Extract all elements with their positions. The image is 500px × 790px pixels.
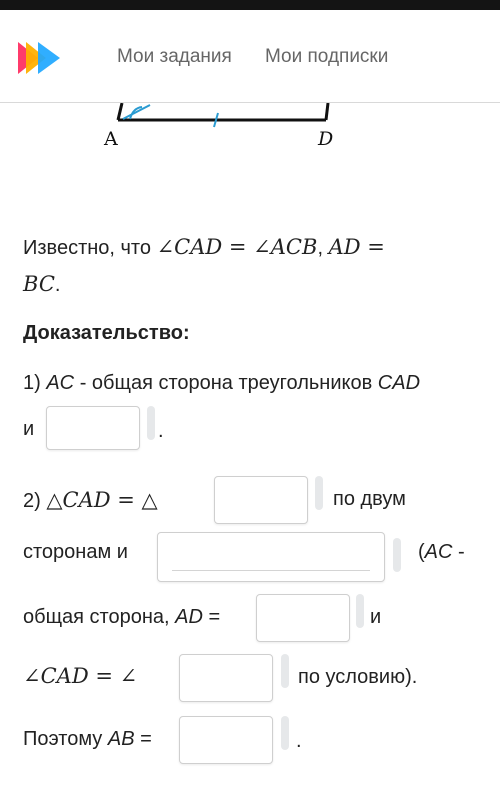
- answer-input-5[interactable]: [179, 654, 273, 702]
- hint-handle-2[interactable]: [315, 476, 323, 510]
- nav-my-tasks[interactable]: Мои задания: [117, 46, 232, 68]
- answer-input-6[interactable]: [179, 716, 273, 764]
- step2-line: 2) △CAD = △: [23, 488, 158, 513]
- step2-triangle-equality: △CAD = △: [46, 488, 158, 512]
- given-side-bc: BC: [23, 272, 55, 296]
- step2-angle-equality: ∠CAD = ∠: [23, 664, 138, 688]
- therefore-text: Поэтому: [23, 728, 108, 750]
- given-line-1: Известно, что ∠CAD = ∠ACB, AD =: [23, 235, 385, 260]
- step1-end: .: [158, 420, 164, 442]
- step2-ac: AC: [424, 541, 453, 563]
- step2-by-two: по двум: [333, 488, 406, 510]
- step2-and: и: [370, 606, 382, 628]
- hint-handle-4[interactable]: [356, 594, 364, 628]
- app-logo-icon[interactable]: [16, 40, 68, 76]
- answer-input-2[interactable]: [214, 476, 308, 524]
- paren-open: (: [418, 541, 425, 563]
- geometry-figure: A D: [103, 103, 333, 150]
- step2-dash: -: [452, 541, 465, 563]
- given-side-equality: AD =: [328, 235, 385, 259]
- step2-number: 2): [23, 490, 41, 512]
- therefore-ab: AB: [107, 728, 135, 750]
- step2-equals: =: [202, 606, 221, 628]
- label-d: D: [317, 128, 333, 150]
- given-line-2: BC.: [23, 272, 60, 297]
- hint-handle-3[interactable]: [393, 538, 401, 572]
- step2-condition: по условию).: [298, 666, 418, 688]
- hint-handle-1[interactable]: [147, 406, 155, 440]
- step1-line: 1) AC - общая сторона треугольников CAD: [23, 372, 420, 395]
- given-end: .: [54, 274, 61, 296]
- given-prefix: Известно, что: [23, 237, 151, 259]
- proof-title: Доказательство:: [23, 322, 190, 344]
- therefore-equals: =: [134, 728, 152, 750]
- status-bar: [0, 0, 500, 10]
- step1-text: - общая сторона треугольников: [74, 372, 378, 394]
- answer-input-3[interactable]: [157, 532, 385, 582]
- step1-and: и: [23, 418, 35, 440]
- answer-input-4[interactable]: [256, 594, 350, 642]
- segment-ab: [116, 103, 124, 121]
- step2-line3: общая сторона, AD =: [23, 606, 220, 629]
- step1-number: 1): [23, 372, 47, 394]
- app-header: Мои задания Мои подписки: [0, 10, 500, 103]
- answer-input-1[interactable]: [46, 406, 140, 450]
- step1-cad: CAD: [377, 372, 421, 394]
- segment-dc: [324, 103, 330, 121]
- step2-paren: (AC -: [418, 541, 465, 564]
- hint-handle-6[interactable]: [281, 716, 289, 750]
- nav-my-subscriptions[interactable]: Мои подписки: [265, 46, 388, 68]
- hint-handle-5[interactable]: [281, 654, 289, 688]
- given-angle-equality: ∠CAD = ∠ACB: [156, 235, 318, 259]
- therefore-line: Поэтому AB =: [23, 728, 152, 751]
- step2-common-side: общая сторона,: [23, 606, 176, 628]
- angle-arc-line: [122, 104, 151, 120]
- therefore-end: .: [296, 730, 302, 752]
- label-a: A: [103, 128, 118, 150]
- step2-ad: AD: [175, 606, 203, 628]
- given-separator: ,: [317, 237, 323, 259]
- step2-line2: сторонам и: [23, 541, 128, 563]
- step1-ac: AC: [46, 372, 75, 394]
